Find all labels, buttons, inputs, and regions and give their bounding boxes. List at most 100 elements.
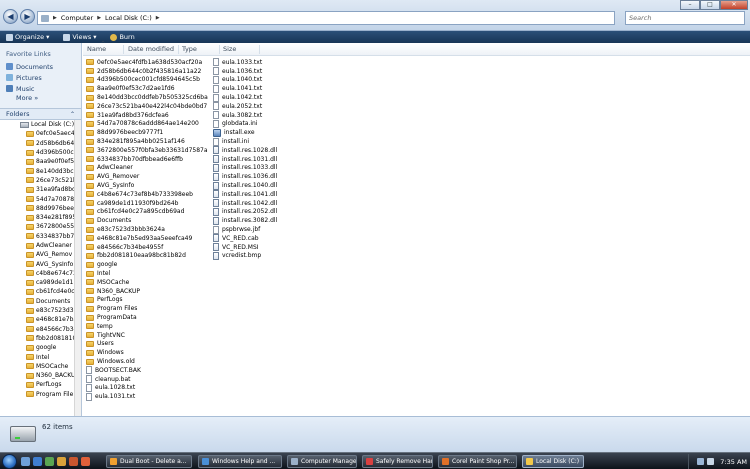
more-links-button[interactable]: More » — [0, 94, 81, 104]
folder-item[interactable]: 0efc0e5aec4fdfb1a638d530acf20a — [86, 58, 202, 67]
tree-item[interactable]: 54d7a70878c — [0, 194, 81, 203]
column-header-date-modified[interactable]: Date modified — [128, 45, 174, 53]
file-item[interactable]: globdata.ini — [213, 119, 258, 129]
organize-button[interactable]: Organize ▾ — [6, 33, 49, 41]
folder-item[interactable]: fbb2d081810eaa98bc81b82d — [86, 252, 186, 261]
favorite-link-pictures[interactable]: Pictures — [0, 72, 81, 83]
file-item[interactable]: install.res.1031.dll — [213, 155, 277, 164]
folder-item[interactable]: e83c7523d3bbb3624a — [86, 225, 165, 234]
forward-button[interactable]: ▶ — [20, 9, 35, 24]
tree-item[interactable]: PerfLogs — [0, 380, 81, 389]
taskbar-button[interactable]: Safely Remove Hard... — [362, 455, 433, 468]
tree-item[interactable]: 8aa9e0f0ef53 — [0, 157, 81, 166]
tree-item[interactable]: Intel — [0, 352, 81, 361]
folder-item[interactable]: cb61fcd4e0c27a895cdb69ad — [86, 208, 184, 217]
address-box[interactable]: ▶ Computer ▶ Local Disk (C:) ▶ — [37, 11, 615, 25]
file-item[interactable]: eula.2052.txt — [213, 102, 262, 111]
file-item[interactable]: install.res.1028.dll — [213, 146, 277, 155]
favorite-link-documents[interactable]: Documents — [0, 61, 81, 72]
tree-scrollbar[interactable] — [74, 120, 81, 416]
taskbar-button[interactable]: Local Disk (C:) — [522, 455, 584, 468]
column-divider[interactable] — [259, 45, 260, 54]
views-button[interactable]: Views ▾ — [63, 33, 96, 41]
tree-item[interactable]: Documents — [0, 297, 81, 306]
file-item[interactable]: eula.1041.txt — [213, 84, 262, 93]
folder-item[interactable]: 31ea9fad8bd376dcfea6 — [86, 111, 169, 120]
taskbar-button[interactable]: Dual Boot - Delete a... — [106, 455, 192, 468]
column-divider[interactable] — [219, 45, 220, 54]
internet-explorer-icon[interactable] — [33, 457, 42, 466]
folder-item[interactable]: temp — [86, 322, 113, 331]
tree-item-local-disk[interactable]: Local Disk (C:) — [0, 120, 81, 129]
folder-item[interactable]: Windows — [86, 348, 124, 357]
file-item[interactable]: eula.3082.txt — [213, 111, 262, 120]
file-item[interactable]: install.res.1033.dll — [213, 163, 277, 173]
folder-item[interactable]: TightVNC — [86, 331, 125, 340]
network-icon[interactable] — [697, 458, 705, 465]
folder-item[interactable]: 54d7a70878c6addd864ae14e200 — [86, 120, 199, 129]
tree-item[interactable]: AdwCleaner — [0, 241, 81, 250]
file-item[interactable]: install.exe — [213, 128, 255, 137]
tree-item[interactable]: N360_BACKU — [0, 371, 81, 380]
file-item[interactable]: eula.1033.txt — [213, 58, 262, 67]
file-item[interactable]: install.res.1036.dll — [213, 172, 277, 181]
file-item[interactable]: VC_RED.MSI — [213, 243, 259, 252]
taskbar-button[interactable]: Windows Help and ... — [198, 455, 282, 468]
back-button[interactable]: ◀ — [3, 9, 18, 24]
tree-item[interactable]: 8e140dd3bc — [0, 166, 81, 175]
tree-item[interactable]: MSOCache — [0, 362, 81, 371]
close-button[interactable]: ✕ — [720, 0, 748, 10]
tree-item[interactable]: 0efc0e5aec4f — [0, 129, 81, 138]
file-item[interactable]: eula.1031.txt — [86, 392, 135, 401]
quick-launch-icon[interactable] — [45, 457, 54, 466]
tree-item[interactable]: 2d58b6db64 — [0, 139, 81, 148]
folder-item[interactable]: AdwCleaner — [86, 164, 133, 173]
tree-item[interactable]: cb61fcd4e0c — [0, 287, 81, 296]
folder-item[interactable]: 834e281f895a4bb0251af146 — [86, 137, 185, 146]
folder-item[interactable]: ProgramData — [86, 313, 137, 322]
folder-item[interactable]: e468c81e7b5ed93aa5eeefca49 — [86, 234, 192, 243]
folder-item[interactable]: 8aa9e0f0ef53c7d2ae1fd6 — [86, 84, 175, 93]
folder-item[interactable]: 3672800e557f0bfa3eb33631d7587a — [86, 146, 208, 155]
quick-launch-icon[interactable] — [57, 457, 66, 466]
search-input[interactable]: Search — [625, 11, 745, 25]
maximize-button[interactable]: □ — [700, 0, 720, 10]
file-item[interactable]: cleanup.bat — [86, 375, 131, 384]
folder-item[interactable]: 88d9976beecb9777f1 — [86, 128, 163, 137]
folder-item[interactable]: 4d396b500cec001cfd8594645c5b — [86, 76, 200, 85]
minimize-button[interactable]: – — [680, 0, 700, 10]
tree-item[interactable]: fbb2d081810 — [0, 334, 81, 343]
tree-item[interactable]: ca989de1d11 — [0, 278, 81, 287]
file-item[interactable]: install.res.1042.dll — [213, 199, 277, 208]
folder-item[interactable]: Users — [86, 340, 114, 349]
file-item[interactable]: install.res.1041.dll — [213, 190, 277, 199]
folder-item[interactable]: 6334837bb70dfbbead6e6ffb — [86, 155, 183, 164]
tree-item[interactable]: 6334837bb70 — [0, 232, 81, 241]
file-item[interactable]: eula.1040.txt — [213, 75, 262, 85]
file-item[interactable]: pspbrwse.jbf — [213, 225, 260, 234]
file-item[interactable]: BOOTSECT.BAK — [86, 366, 141, 375]
taskbar-button[interactable]: Corel Paint Shop Pr... — [438, 455, 517, 468]
tree-item[interactable]: Program File — [0, 390, 81, 399]
tree-item[interactable]: 88d9976beec — [0, 204, 81, 213]
column-divider[interactable] — [123, 45, 124, 54]
tree-item[interactable]: c4b8e674c73 — [0, 269, 81, 278]
start-button[interactable] — [2, 454, 17, 469]
column-divider[interactable] — [178, 45, 179, 54]
column-header-type[interactable]: Type — [182, 45, 197, 53]
folder-item[interactable]: MSOCache — [86, 278, 129, 287]
folder-item[interactable]: c4b8e674c73ef8b4b733398eeb — [86, 190, 193, 199]
folder-item[interactable]: ca989de1d11930f9bd264b — [86, 199, 178, 208]
breadcrumb-computer[interactable]: Computer — [61, 14, 93, 22]
file-item[interactable]: eula.1042.txt — [213, 93, 262, 102]
tree-item[interactable]: e84566c7b34 — [0, 325, 81, 334]
tree-item[interactable]: 31ea9fad8bd — [0, 185, 81, 194]
tree-item[interactable]: 26ce73c521b — [0, 176, 81, 185]
tree-item[interactable]: google — [0, 343, 81, 352]
tree-item[interactable]: e83c7523d3b — [0, 306, 81, 315]
favorite-link-music[interactable]: Music — [0, 83, 81, 94]
burn-button[interactable]: Burn — [110, 33, 135, 41]
tree-item[interactable]: e468c81e7b5 — [0, 315, 81, 324]
tree-item[interactable]: AVG_SysInfo — [0, 259, 81, 268]
folder-item[interactable]: 26ce73c521ba40e422l4c04bde0bd7 — [86, 102, 207, 111]
